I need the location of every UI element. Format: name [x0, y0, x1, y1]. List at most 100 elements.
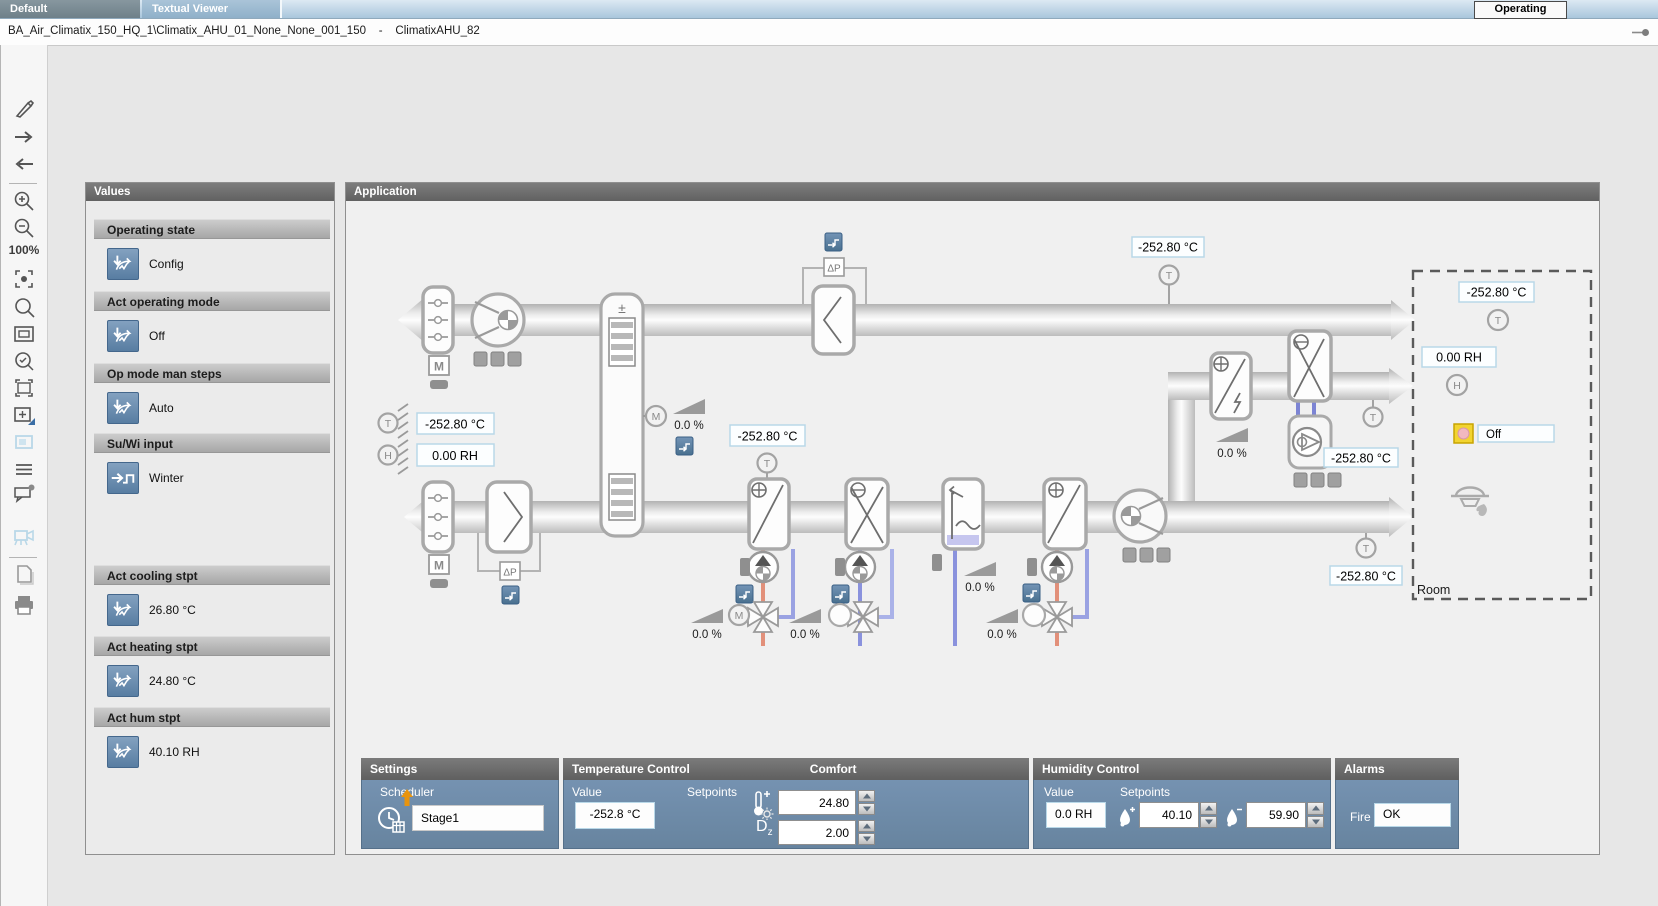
camera-icon[interactable]	[12, 523, 36, 547]
comfort-setpoint-spinner[interactable]	[858, 790, 875, 815]
room-zone: Room -252.80 °C T 0.00 RH H Off	[1413, 271, 1591, 599]
svg-text:H: H	[384, 450, 392, 462]
svg-text:0.00 RH: 0.00 RH	[432, 449, 478, 463]
control-strip: Settings Scheduler	[361, 758, 1459, 849]
duct-supply-room-arrow	[1389, 497, 1413, 537]
humidify-setpoint-spinner[interactable]	[1200, 802, 1217, 828]
exhaust-outlet-arrow	[398, 298, 424, 342]
temp-value-label: Value	[572, 785, 602, 799]
hum-value-field[interactable]: 0.0 RH	[1046, 802, 1106, 828]
arrow-left-icon[interactable]	[12, 152, 36, 176]
scheduler-icon[interactable]	[376, 805, 406, 835]
svg-text:M: M	[434, 360, 444, 374]
dehumidify-setpoint-input[interactable]	[1246, 802, 1306, 828]
zoom-selection-icon[interactable]	[12, 349, 36, 373]
override-icon[interactable]	[676, 437, 693, 455]
group-label-su-wi-input: Su/Wi input	[94, 433, 330, 453]
humidifier-percent: 0.0 %	[965, 582, 994, 594]
valve-actuator	[1023, 604, 1045, 626]
comment-icon[interactable]	[12, 482, 36, 506]
value-text: 24.80 °C	[149, 674, 196, 688]
deadzone-setpoint-spinner[interactable]	[858, 820, 875, 845]
search-icon[interactable]	[12, 295, 36, 319]
new-page-icon[interactable]	[12, 563, 36, 587]
preheating-coil: -252.80 °C T M 0.0 %	[691, 425, 805, 646]
override-icon[interactable]	[107, 736, 139, 768]
override-icon[interactable]	[825, 233, 842, 251]
print-icon[interactable]	[12, 593, 36, 617]
group-label-act-hum-stpt: Act hum stpt	[94, 707, 330, 727]
duct-recirculation	[1168, 372, 1389, 400]
operating-mode-button[interactable]: Operating	[1474, 1, 1567, 19]
value-text: Auto	[149, 401, 174, 415]
svg-text:-252.80 °C: -252.80 °C	[1467, 286, 1527, 300]
scheduler-input[interactable]	[412, 805, 544, 831]
temperature-control-section: Temperature Control Comfort Value -252.8…	[563, 758, 1029, 849]
fire-status-field[interactable]: OK	[1374, 803, 1451, 827]
comfort-thermometer-icon	[750, 790, 774, 820]
heat-recovery-percent: 0.0 %	[674, 420, 703, 432]
move-view-icon[interactable]	[12, 403, 36, 427]
duct-supply	[428, 501, 1389, 533]
svg-text:-252.80 °C: -252.80 °C	[1336, 570, 1396, 584]
override-icon[interactable]	[107, 392, 139, 424]
pan-view-icon[interactable]	[12, 430, 36, 454]
comfort-setpoint-input[interactable]	[778, 790, 856, 815]
dz-label: Dz	[756, 818, 773, 838]
values-panel-header: Values	[86, 183, 334, 201]
svg-text:M: M	[434, 559, 444, 573]
application-panel-header: Application	[346, 183, 1599, 201]
breadcrumb-bar: BA_Air_Climatix_150_HQ_1\Climatix_AHU_01…	[0, 19, 1658, 46]
deadzone-setpoint-input[interactable]	[778, 820, 856, 845]
zoom-in-icon[interactable]	[12, 189, 36, 213]
breadcrumb-separator: -	[379, 25, 383, 37]
override-icon[interactable]	[736, 585, 753, 603]
tab-textual-viewer[interactable]: Textual Viewer	[142, 0, 282, 18]
pen-icon[interactable]	[12, 97, 36, 121]
humidity-control-header: Humidity Control	[1033, 758, 1331, 780]
group-label-act-heating-stpt: Act heating stpt	[94, 636, 330, 656]
temp-value-field[interactable]: -252.8 °C	[575, 802, 655, 829]
override-icon[interactable]	[502, 586, 519, 604]
zoom-out-icon[interactable]	[12, 216, 36, 240]
exhaust-temp-sensor: T -252.80 °C	[1132, 237, 1204, 304]
heater-ramp-icon	[1216, 428, 1248, 442]
override-icon[interactable]	[107, 320, 139, 352]
fan-stage-indicators	[474, 352, 521, 366]
hum-value-label: Value	[1044, 785, 1074, 799]
room-label: Room	[1417, 583, 1450, 597]
group-label-operating-state: Operating state	[94, 219, 330, 239]
temperature-header-label: Temperature Control	[572, 758, 690, 780]
tab-default[interactable]: Default	[0, 0, 140, 18]
override-icon[interactable]	[107, 665, 139, 697]
dehumidify-setpoint-spinner[interactable]	[1307, 802, 1324, 828]
pin-icon[interactable]	[1632, 29, 1650, 36]
reheating-pump	[1042, 552, 1072, 582]
arrow-right-icon[interactable]	[12, 125, 36, 149]
tab-bar: Default Textual Viewer Operating	[0, 0, 1658, 19]
signal-input-icon[interactable]	[107, 462, 139, 494]
svg-text:T: T	[385, 418, 392, 430]
breadcrumb-path: BA_Air_Climatix_150_HQ_1\Climatix_AHU_01…	[8, 25, 366, 37]
reheating-valve-percent: 0.0 %	[987, 629, 1016, 641]
override-icon[interactable]	[107, 248, 139, 280]
humidify-setpoint-input[interactable]	[1139, 802, 1199, 828]
cooling-pump	[845, 552, 875, 582]
value-text: Winter	[149, 471, 184, 485]
select-area-icon[interactable]	[12, 376, 36, 400]
fit-view-icon[interactable]	[12, 267, 36, 291]
fire-label: Fire	[1350, 810, 1371, 824]
climatix-hmi-window: Default Textual Viewer Operating BA_Air_…	[0, 0, 1658, 906]
layers-icon[interactable]	[12, 457, 36, 481]
svg-text:ΔP: ΔP	[503, 568, 517, 579]
cooling-valve	[848, 602, 878, 632]
recirculation-cooling-coil: -252.80 °C T	[1289, 331, 1398, 487]
override-icon[interactable]	[1023, 584, 1040, 602]
duct-exhaust	[424, 304, 1391, 336]
supply-fan	[1114, 490, 1170, 562]
svg-text:M: M	[735, 610, 744, 622]
override-icon[interactable]	[832, 585, 849, 603]
viewport-icon[interactable]	[12, 322, 36, 346]
override-icon[interactable]	[107, 594, 139, 626]
value-text: 26.80 °C	[149, 603, 196, 617]
